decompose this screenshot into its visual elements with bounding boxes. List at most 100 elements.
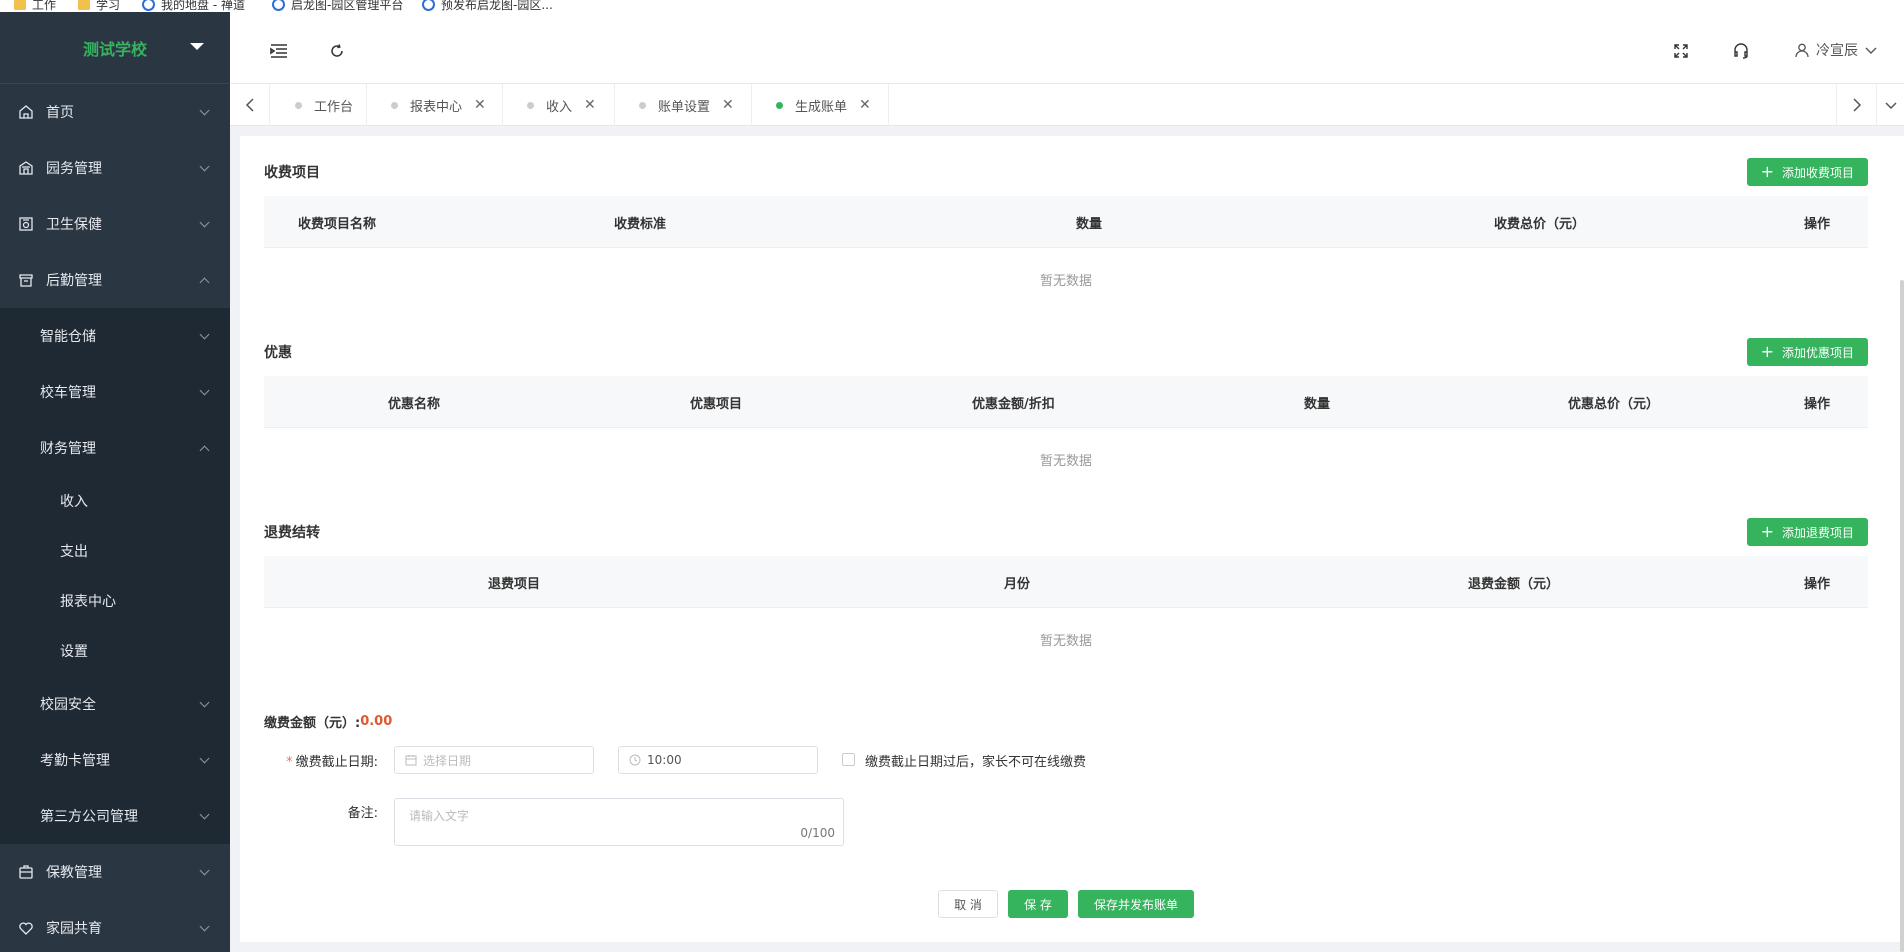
education-icon — [18, 864, 34, 880]
close-icon[interactable]: ✕ — [859, 97, 871, 113]
plus-icon: + — [1760, 522, 1774, 541]
sidebar-item-education[interactable]: 保教管理 — [0, 844, 230, 900]
health-icon — [18, 216, 34, 232]
top-bar: 冷宣辰 — [230, 12, 1904, 84]
chevron-down-icon — [199, 697, 210, 708]
user-icon — [1795, 43, 1809, 58]
close-icon[interactable]: ✕ — [474, 97, 486, 113]
sidebar-item-garden[interactable]: 园务管理 — [0, 140, 230, 196]
tab-dot — [527, 101, 534, 109]
heart-icon — [18, 920, 34, 936]
chevron-down-icon — [199, 217, 210, 228]
tab-workbench[interactable]: 工作台 — [271, 84, 367, 126]
user-name: 冷宣辰 — [1816, 43, 1858, 59]
caret-down-icon — [190, 43, 204, 50]
tab-dot — [639, 101, 646, 109]
sidebar-item-bus[interactable]: 校车管理 — [0, 364, 230, 420]
finance-submenu: 收入 支出 报表中心 设置 — [0, 476, 230, 676]
chevron-down-icon — [199, 329, 210, 340]
sidebar-item-home[interactable]: 首页 — [0, 84, 230, 140]
deadline-date-input[interactable]: 选择日期 — [394, 746, 594, 774]
no-online-payment-checkbox[interactable] — [842, 753, 855, 766]
bookmark-zentao[interactable]: 我的地盘 - 禅道 — [142, 0, 245, 12]
amount-row: 缴费金额（元）: 0.00 — [264, 712, 392, 731]
plus-icon: + — [1760, 162, 1774, 181]
folder-icon — [78, 0, 90, 10]
logistics-icon — [18, 272, 34, 288]
sidebar: 测试学校 首页 园务管理 卫生保健 后勤管理 智能仓储 校车管理 财务管理 收入… — [0, 12, 230, 952]
close-icon[interactable]: ✕ — [584, 97, 596, 113]
bookmark-preview[interactable]: 预发布启龙图-园区... — [422, 0, 553, 12]
char-count: 0/100 — [800, 826, 835, 840]
bookmark-platform[interactable]: 启龙图-园区管理平台 — [272, 0, 403, 12]
chevron-up-icon — [199, 277, 210, 288]
cancel-button[interactable]: 取 消 — [938, 890, 998, 918]
add-fee-button[interactable]: + 添加收费项目 — [1746, 158, 1868, 186]
tabs-scroll-right-icon[interactable] — [1836, 84, 1876, 126]
bill-form: 收费项目 + 添加收费项目 收费项目名称 收费标准 数量 收费总价（元） 操作 暂… — [240, 136, 1904, 942]
tabs-bar: 工作台 报表中心 ✕ 收入 ✕ 账单设置 ✕ 生成账单 ✕ — [230, 84, 1904, 126]
add-refund-button[interactable]: + 添加退费项目 — [1746, 518, 1868, 546]
sidebar-item-third-party[interactable]: 第三方公司管理 — [0, 788, 230, 844]
clock-icon — [629, 754, 641, 766]
save-publish-button[interactable]: 保存并发布账单 — [1078, 890, 1194, 918]
save-button[interactable]: 保 存 — [1008, 890, 1068, 918]
sidebar-item-settings[interactable]: 设置 — [0, 626, 230, 676]
chevron-down-icon — [199, 105, 210, 116]
user-menu[interactable]: 冷宣辰 — [1794, 40, 1878, 60]
sidebar-item-security[interactable]: 校园安全 — [0, 676, 230, 732]
tab-dot — [776, 101, 783, 109]
discounts-empty: 暂无数据 — [1039, 454, 1092, 469]
sidebar-item-warehouse[interactable]: 智能仓储 — [0, 308, 230, 364]
sidebar-item-health[interactable]: 卫生保健 — [0, 196, 230, 252]
sidebar-item-finance[interactable]: 财务管理 — [0, 420, 230, 476]
chevron-up-icon — [199, 445, 210, 456]
deadline-time-input[interactable]: 10:00 — [618, 746, 818, 774]
fullscreen-icon[interactable] — [1672, 42, 1690, 60]
building-icon — [18, 160, 34, 176]
headset-icon[interactable] — [1732, 42, 1750, 60]
remark-label: 备注: — [347, 806, 378, 821]
tab-generate-bill[interactable]: 生成账单 ✕ — [752, 84, 889, 126]
tab-bill-settings[interactable]: 账单设置 ✕ — [615, 84, 752, 126]
fees-table-header: 收费项目名称 收费标准 数量 收费总价（元） 操作 — [264, 196, 1868, 248]
tab-dot — [295, 101, 302, 109]
tab-income[interactable]: 收入 ✕ — [503, 84, 615, 126]
bookmark-study[interactable]: 学习 — [78, 0, 120, 12]
calendar-icon — [405, 755, 417, 766]
school-selector[interactable]: 测试学校 — [0, 12, 230, 84]
refunds-empty: 暂无数据 — [1039, 634, 1092, 649]
checkbox-label: 缴费截止日期过后，家长不可在线缴费 — [865, 755, 1087, 770]
close-icon[interactable]: ✕ — [722, 97, 734, 113]
sidebar-item-reports[interactable]: 报表中心 — [0, 576, 230, 626]
page-scrollbar[interactable] — [1900, 280, 1904, 952]
tab-reports[interactable]: 报表中心 ✕ — [367, 84, 503, 126]
sidebar-item-home-school[interactable]: 家园共育 — [0, 900, 230, 952]
fees-title: 收费项目 — [264, 165, 320, 181]
refresh-icon[interactable] — [328, 42, 346, 60]
tab-dot — [391, 101, 398, 109]
school-name: 测试学校 — [82, 39, 147, 59]
fees-empty: 暂无数据 — [1039, 274, 1092, 289]
add-discount-button[interactable]: + 添加优惠项目 — [1746, 338, 1868, 366]
deadline-label: * 缴费截止日期: — [286, 755, 378, 770]
sidebar-item-expense[interactable]: 支出 — [0, 526, 230, 576]
refunds-table-header: 退费项目 月份 退费金额（元） 操作 — [264, 556, 1868, 608]
menu-fold-icon[interactable] — [270, 42, 288, 60]
home-icon — [18, 104, 34, 120]
tabs-dropdown-icon[interactable] — [1876, 84, 1904, 126]
plus-icon: + — [1760, 342, 1774, 361]
chevron-down-icon — [199, 385, 210, 396]
refunds-title: 退费结转 — [264, 525, 320, 541]
discounts-table-header: 优惠名称 优惠项目 优惠金额/折扣 数量 优惠总价（元） 操作 — [264, 376, 1868, 428]
bookmark-work[interactable]: 工作 — [14, 0, 56, 12]
site-icon — [272, 0, 285, 11]
sidebar-item-logistics[interactable]: 后勤管理 — [0, 252, 230, 308]
sidebar-item-income[interactable]: 收入 — [0, 476, 230, 526]
site-icon — [142, 0, 155, 11]
folder-icon — [14, 0, 26, 10]
site-icon — [422, 0, 435, 11]
remark-textarea[interactable]: 请输入文字 0/100 — [394, 798, 844, 846]
sidebar-item-attendance-card[interactable]: 考勤卡管理 — [0, 732, 230, 788]
tabs-scroll-left-icon[interactable] — [230, 84, 270, 126]
